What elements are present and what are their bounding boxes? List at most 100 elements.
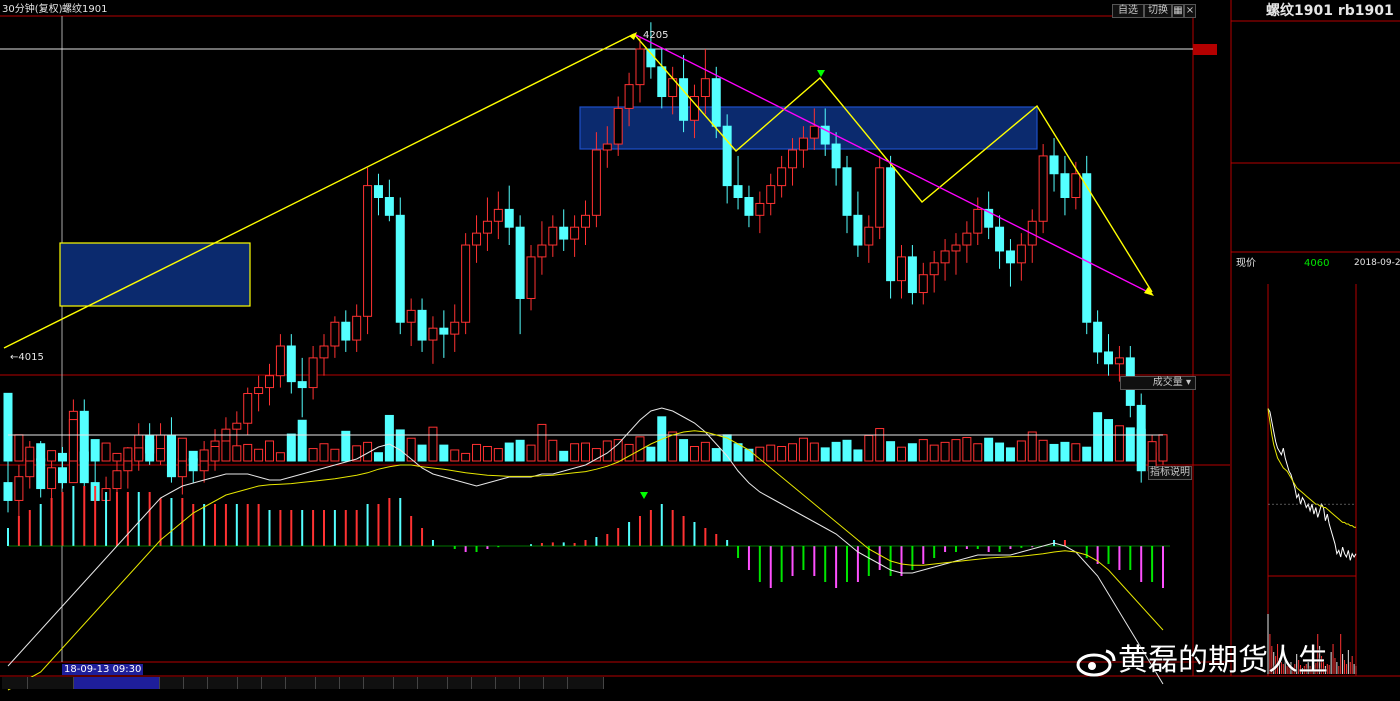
- volume-bar: [809, 442, 819, 462]
- candle: [929, 250, 939, 293]
- close-icon[interactable]: ×: [1184, 4, 1196, 18]
- volume-bar: [265, 440, 275, 462]
- candle: [254, 375, 264, 412]
- candle: [864, 215, 874, 263]
- candle: [951, 233, 961, 275]
- watermark: 黄磊的期货人生: [1076, 644, 1328, 678]
- signal-arrow-icon: [640, 492, 648, 499]
- volume-bar: [929, 444, 939, 462]
- tab-5[interactable]: [208, 677, 238, 689]
- volume-bar: [36, 443, 46, 462]
- volume-bar: [733, 443, 743, 462]
- tab-10[interactable]: [340, 677, 364, 689]
- volume-bar: [646, 446, 656, 462]
- volume-bar: [1016, 440, 1026, 462]
- candle: [526, 245, 536, 311]
- volume-bar: [439, 444, 449, 462]
- volume-bar: [47, 450, 57, 462]
- candle: [363, 167, 373, 335]
- volume-bar: [962, 437, 972, 462]
- quote-row: [1232, 210, 1400, 225]
- candle: [1049, 138, 1059, 192]
- candle: [886, 155, 896, 299]
- macd-legend: [2, 467, 34, 478]
- tab-3[interactable]: [160, 677, 184, 689]
- tab-15[interactable]: [472, 677, 496, 689]
- volume-bar: [1082, 446, 1092, 462]
- volume-bar: [788, 443, 798, 462]
- tab-16[interactable]: [496, 677, 520, 689]
- candle: [733, 155, 743, 210]
- volume-bar: [853, 449, 863, 462]
- volume-bar: [984, 437, 994, 462]
- quote-row: [1232, 130, 1400, 145]
- volume-bar: [744, 448, 754, 462]
- volume-bar: [820, 447, 830, 462]
- volume-bar: [373, 452, 383, 462]
- candle: [265, 363, 275, 406]
- candle: [1016, 233, 1026, 281]
- volume-bar: [297, 419, 307, 462]
- volume-bar: [951, 439, 961, 462]
- tab-2[interactable]: [74, 677, 160, 689]
- candle: [373, 173, 383, 216]
- volume-bar: [570, 443, 580, 462]
- tab-0[interactable]: [2, 677, 28, 689]
- favorite-button[interactable]: 自选: [1112, 4, 1144, 18]
- tab-14[interactable]: [448, 677, 472, 689]
- period-label[interactable]: 30分钟(复权): [2, 4, 63, 15]
- volume-bar: [798, 437, 808, 462]
- tab-1[interactable]: [28, 677, 74, 689]
- candle: [79, 399, 89, 489]
- candle: [275, 334, 285, 388]
- quote-row: [1232, 99, 1400, 114]
- candle: [875, 155, 885, 240]
- tab-11[interactable]: [364, 677, 394, 689]
- candle: [1060, 155, 1070, 216]
- tab-19[interactable]: [568, 677, 604, 689]
- symbol-label: 螺纹1901: [62, 4, 108, 15]
- tab-17[interactable]: [520, 677, 544, 689]
- candle: [286, 334, 296, 394]
- candle: [439, 310, 449, 358]
- quote-row: [1232, 68, 1400, 83]
- quote-row: [1232, 115, 1400, 130]
- candle: [744, 185, 754, 228]
- volume-bar: [537, 423, 547, 462]
- candle: [896, 245, 906, 299]
- volume-bar: [68, 419, 78, 462]
- volume-bar: [57, 452, 67, 462]
- candle: [472, 215, 482, 263]
- volume-legend: [2, 378, 34, 389]
- volume-bar: [722, 434, 732, 462]
- consolidation-box-right: [579, 106, 1038, 150]
- switch-button[interactable]: 切换: [1144, 4, 1172, 18]
- tab-18[interactable]: [544, 677, 568, 689]
- candle: [395, 197, 405, 335]
- tab-12[interactable]: [394, 677, 418, 689]
- tab-6[interactable]: [238, 677, 262, 689]
- volume-bar: [1104, 419, 1114, 462]
- volume-bar: [842, 439, 852, 462]
- tab-13[interactable]: [418, 677, 448, 689]
- consolidation-box-left: [59, 242, 251, 307]
- volume-bar: [1038, 439, 1048, 462]
- volume-bar: [156, 448, 166, 462]
- grid-icon[interactable]: ▦: [1172, 4, 1184, 18]
- tab-4[interactable]: [184, 677, 208, 689]
- candle: [428, 316, 438, 364]
- tab-8[interactable]: [286, 677, 316, 689]
- candle: [482, 197, 492, 251]
- tab-9[interactable]: [316, 677, 340, 689]
- volume-bar: [515, 439, 525, 462]
- volume-bar: [472, 443, 482, 462]
- candle: [755, 191, 765, 234]
- quote-row: [1232, 146, 1400, 161]
- tab-7[interactable]: [262, 677, 286, 689]
- candle: [461, 233, 471, 335]
- chart-canvas[interactable]: [0, 0, 1400, 701]
- volume-indicator-dropdown[interactable]: 成交量 ▾: [1120, 376, 1196, 390]
- indicator-help-button[interactable]: 指标说明: [1148, 466, 1192, 480]
- volume-bar: [1005, 447, 1015, 462]
- volume-bar: [559, 450, 569, 462]
